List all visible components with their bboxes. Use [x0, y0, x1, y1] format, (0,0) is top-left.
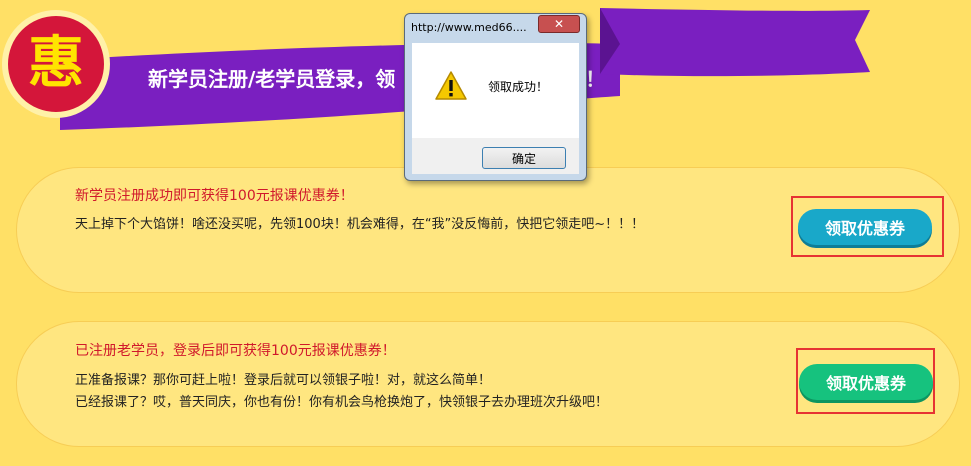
alert-dialog: http://www.med66.... ✕ 领取成功！ 确定 — [404, 13, 587, 181]
dialog-message: 领取成功！ — [488, 80, 549, 94]
dialog-body: 领取成功！ — [412, 43, 579, 138]
claim-coupon-button[interactable]: 领取优惠券 — [798, 209, 932, 245]
claim-coupon-button[interactable]: 领取优惠券 — [799, 364, 933, 400]
badge-label: 惠 — [28, 31, 84, 96]
warning-icon — [435, 71, 467, 100]
coupon-description-line: 已经报课了？哎，普天同庆，你也有份！你有机会鸟枪换炮了，快领银子去办理班次升级吧… — [75, 395, 609, 410]
coupon-description: 天上掉下个大馅饼！啥还没买呢，先领100块！机会难得，在“我”没反悔前，快把它领… — [75, 217, 645, 232]
discount-badge: 惠 — [2, 10, 110, 118]
coupon-description-line: 正准备报课？那你可赶上啦！登录后就可以领银子啦！对，就这么简单！ — [75, 373, 492, 388]
banner-title-text: 新学员注册/老学员登录，领 — [148, 67, 396, 91]
ok-button[interactable]: 确定 — [482, 147, 566, 169]
dialog-title: http://www.med66.... — [411, 21, 527, 34]
coupon-title: 已注册老学员，登录后即可获得100元报课优惠券！ — [75, 343, 396, 359]
dialog-titlebar[interactable]: http://www.med66.... ✕ — [405, 14, 586, 42]
dialog-footer: 确定 — [412, 138, 579, 174]
close-button[interactable]: ✕ — [538, 15, 580, 33]
coupon-title: 新学员注册成功即可获得100元报课优惠券！ — [75, 188, 354, 204]
